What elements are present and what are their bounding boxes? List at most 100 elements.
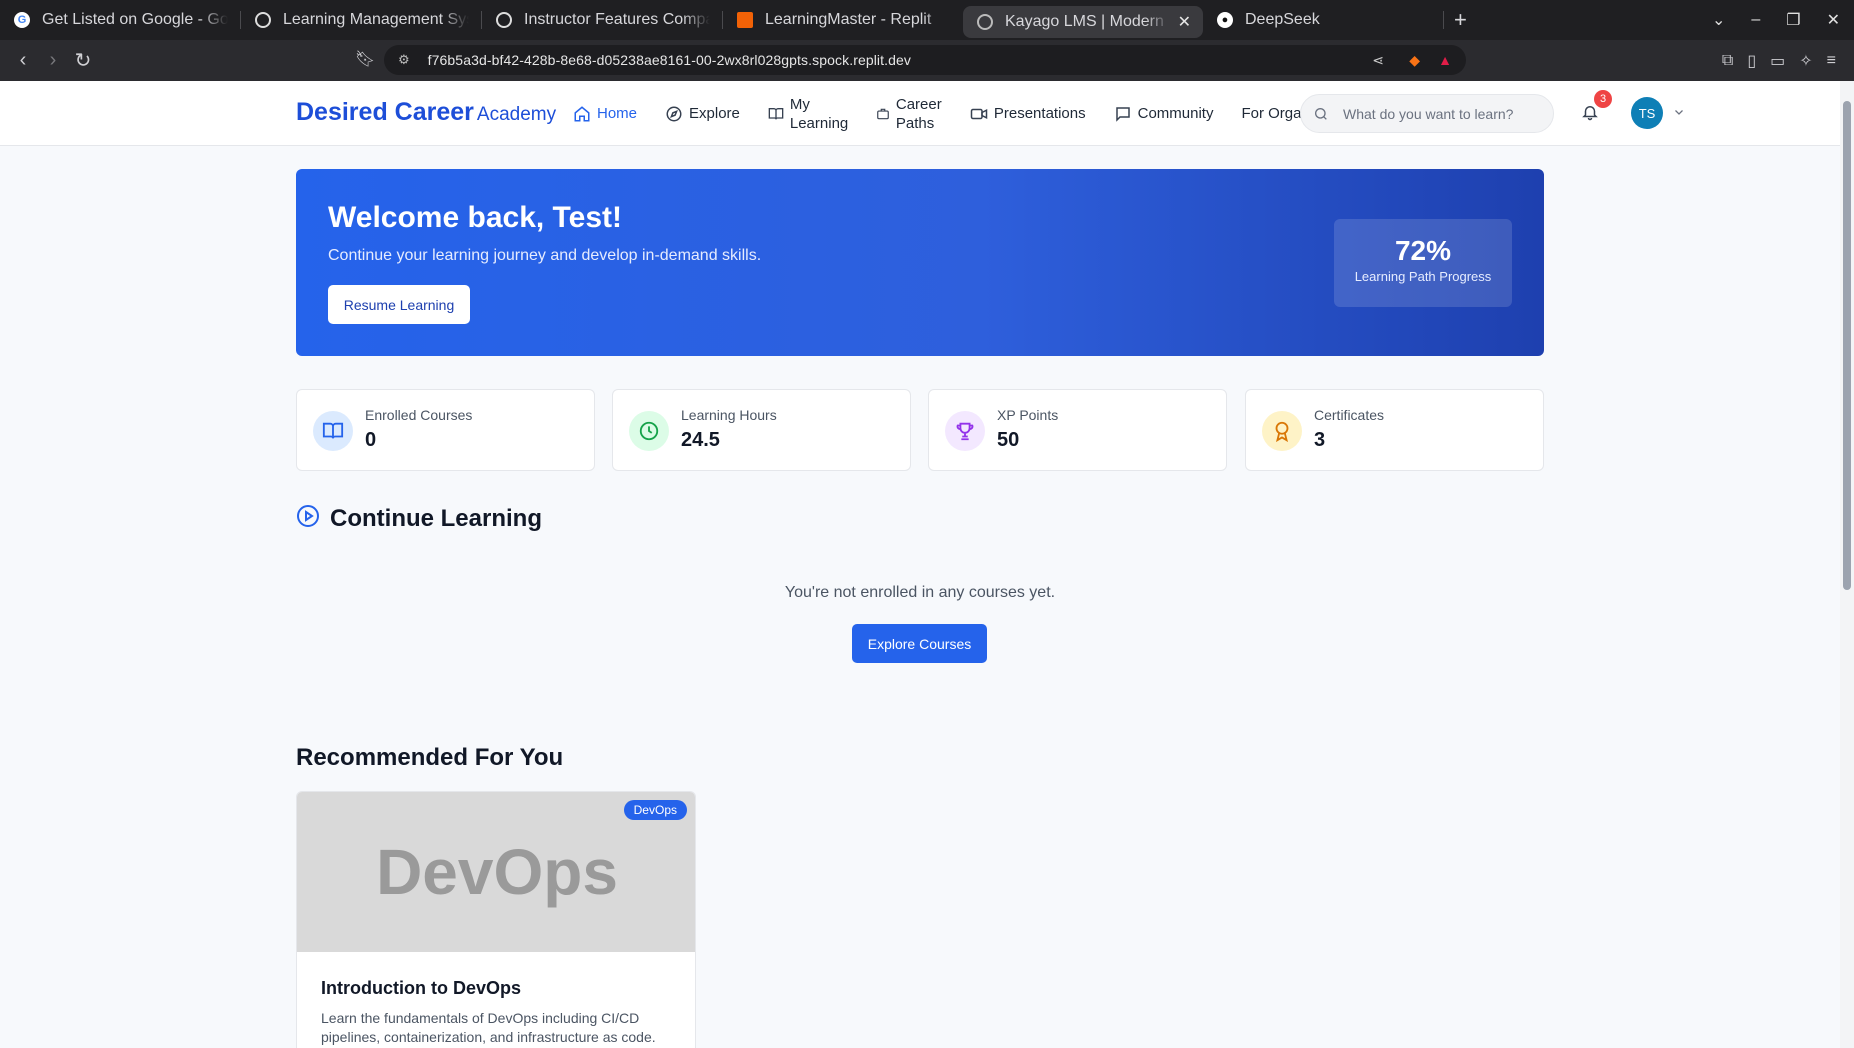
scrollbar-thumb[interactable]: [1843, 101, 1851, 590]
learning-path-progress: 72% Learning Path Progress: [1334, 219, 1512, 307]
welcome-subtitle: Continue your learning journey and devel…: [328, 247, 762, 264]
browser-tab-bar: G Get Listed on Google - Goog Learning M…: [0, 0, 1854, 40]
trophy-icon: [945, 411, 985, 451]
maximize-icon[interactable]: ❐: [1786, 10, 1800, 30]
nav-label: Home: [597, 105, 638, 122]
clock-icon: [629, 411, 669, 451]
openai-icon: [496, 12, 512, 28]
tab-title: Learning Management Syste: [283, 11, 469, 28]
stat-card-hours: Learning Hours 24.5: [612, 389, 911, 471]
menu-icon[interactable]: ≡: [1827, 52, 1836, 70]
stat-value: 50: [997, 429, 1020, 451]
replit-icon: [737, 12, 753, 28]
site-settings-icon[interactable]: ⚙︎: [398, 52, 410, 68]
nav-career-paths[interactable]: Career Paths: [876, 95, 942, 133]
url-text: f76b5a3d-bf42-428b-8e68-d05238ae8161-00-…: [427, 52, 911, 68]
browser-tab[interactable]: Learning Management Syste: [241, 0, 481, 40]
github-icon: ●: [1217, 12, 1233, 28]
browser-tab[interactable]: Instructor Features Compari: [482, 0, 722, 40]
extensions-icon[interactable]: ⧉: [1722, 52, 1733, 70]
stat-label: XP Points: [997, 407, 1059, 423]
stat-value: 24.5: [681, 429, 720, 451]
tab-title: DeepSeek: [1245, 11, 1320, 28]
nav-my-learning[interactable]: My Learning: [768, 95, 848, 133]
browser-tab-active[interactable]: Kayago LMS | Modern Le ✕: [963, 6, 1203, 38]
search-box: [1300, 94, 1554, 133]
back-icon[interactable]: ‹: [8, 49, 38, 72]
compass-icon: [665, 105, 683, 123]
tab-title: Get Listed on Google - Goog: [42, 11, 228, 28]
video-icon: [970, 105, 988, 123]
notification-badge: 3: [1594, 90, 1612, 108]
nav-community[interactable]: Community: [1114, 105, 1213, 123]
nav-label: Presentations: [993, 105, 1086, 122]
avatar[interactable]: TS: [1631, 97, 1663, 129]
app-header: Desired Career Academy Home Explore My Le…: [0, 81, 1840, 146]
nav-explore[interactable]: Explore: [665, 105, 740, 123]
new-tab-icon[interactable]: +: [1454, 7, 1467, 33]
tab-separator: [1443, 11, 1444, 29]
continue-learning-header: Continue Learning: [296, 504, 542, 533]
bookmark-icon[interactable]: 🔖︎: [350, 49, 380, 69]
bell-icon[interactable]: [1581, 103, 1599, 126]
welcome-title: Welcome back, Test!: [328, 201, 622, 234]
reload-icon[interactable]: ↻: [68, 48, 98, 73]
search-input[interactable]: [1343, 105, 1543, 122]
nav-label: My Learning: [789, 95, 849, 132]
nav-presentations[interactable]: Presentations: [970, 105, 1086, 123]
rewards-icon[interactable]: ▲: [1438, 52, 1452, 68]
stat-label: Learning Hours: [681, 407, 777, 423]
welcome-banner: Welcome back, Test! Continue your learni…: [296, 169, 1544, 356]
stat-value: 3: [1314, 429, 1326, 451]
book-open-icon: [313, 411, 353, 451]
main-nav: Home Explore My Learning Career Paths Pr…: [573, 81, 1311, 146]
home-icon: [573, 105, 591, 123]
google-icon: G: [14, 12, 30, 28]
window-controls: ⌄ – ❐ ✕: [1712, 0, 1840, 40]
logo-main: Desired Career: [296, 98, 474, 126]
section-title: Continue Learning: [330, 504, 542, 532]
progress-value: 72%: [1394, 235, 1452, 266]
stat-card-certificates: Certificates 3: [1245, 389, 1544, 471]
resume-learning-button[interactable]: Resume Learning: [328, 285, 470, 324]
section-title: Recommended For You: [296, 744, 564, 771]
browser-tab[interactable]: LearningMaster - Replit: [723, 0, 963, 40]
nav-home[interactable]: Home: [573, 105, 637, 123]
share-icon[interactable]: ⋖: [1372, 52, 1384, 69]
course-title: Introduction to DevOps: [321, 978, 521, 998]
logo[interactable]: Desired Career Academy: [296, 98, 556, 127]
play-circle-icon: [296, 504, 320, 533]
browser-extensions: ⧉ ▯ ▭ ✧ ≡: [1722, 40, 1836, 81]
tab-list-chevron-icon[interactable]: ⌄: [1712, 10, 1725, 30]
browser-toolbar: ‹ › ↻ 🔖︎ ⚙︎ f76b5a3d-bf42-428b-8e68-d052…: [0, 40, 1854, 81]
address-bar[interactable]: ⚙︎ f76b5a3d-bf42-428b-8e68-d05238ae8161-…: [384, 45, 1466, 75]
category-badge: DevOps: [623, 800, 687, 820]
logo-sub: Academy: [476, 104, 557, 125]
stat-label: Enrolled Courses: [365, 407, 473, 423]
progress-label: Learning Path Progress: [1354, 269, 1492, 284]
stat-value: 0: [365, 429, 377, 451]
browser-tab[interactable]: G Get Listed on Google - Goog: [0, 0, 240, 40]
chevron-down-icon[interactable]: [1673, 105, 1685, 123]
course-description: Learn the fundamentals of DevOps includi…: [321, 1010, 656, 1045]
award-icon: [1262, 411, 1302, 451]
close-tab-icon[interactable]: ✕: [1178, 12, 1191, 32]
tab-title: LearningMaster - Replit: [765, 11, 932, 28]
nav-label: Career Paths: [895, 95, 942, 132]
minimize-icon[interactable]: –: [1751, 11, 1760, 29]
sidebar-icon[interactable]: ▯: [1747, 51, 1756, 71]
close-window-icon[interactable]: ✕: [1827, 10, 1840, 30]
search-icon: [1315, 107, 1327, 120]
course-card[interactable]: DevOps DevOps Introduction to DevOps Lea…: [296, 791, 696, 1048]
wallet-icon[interactable]: ▭: [1770, 51, 1785, 71]
explore-courses-button[interactable]: Explore Courses: [852, 624, 987, 663]
browser-tab[interactable]: ● DeepSeek: [1203, 0, 1443, 40]
tab-title: Kayago LMS | Modern Le: [1005, 13, 1170, 30]
openai-icon: [255, 12, 271, 28]
brave-shield-icon[interactable]: ◆: [1409, 52, 1420, 69]
empty-state-text: You're not enrolled in any courses yet.: [784, 584, 1056, 601]
nav-label: Explore: [689, 105, 740, 122]
forward-icon[interactable]: ›: [38, 49, 68, 72]
leo-ai-icon[interactable]: ✧: [1799, 51, 1812, 71]
chat-icon: [1114, 105, 1132, 123]
